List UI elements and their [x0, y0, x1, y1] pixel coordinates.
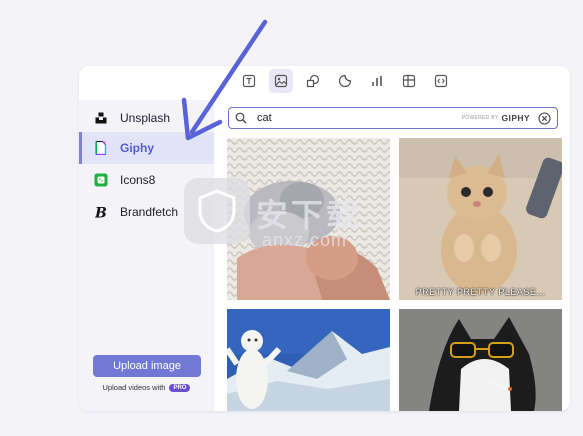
search-input[interactable]: cat	[257, 112, 462, 124]
chart-icon	[371, 76, 382, 86]
search-bar[interactable]: cat POWERED BY GIPHY	[228, 107, 558, 129]
table-icon	[402, 74, 415, 88]
tool-text[interactable]	[237, 69, 261, 93]
image-icon	[274, 74, 287, 88]
gif-thumbnail	[399, 138, 562, 300]
gif-result[interactable]	[227, 309, 390, 411]
gif-result[interactable]	[399, 309, 562, 411]
sidebar-item-label: Giphy	[120, 141, 155, 155]
tool-shapes[interactable]	[301, 69, 325, 93]
giphy-results: cat POWERED BY GIPHY PRETTY PRETTY PLEAS…	[214, 100, 570, 411]
source-sidebar: Unsplash Giphy Icons8 B Brandfetch Uploa…	[79, 100, 214, 411]
tool-sticker[interactable]	[333, 69, 357, 93]
giphy-wordmark: GIPHY	[501, 113, 530, 123]
sidebar-item-giphy[interactable]: Giphy	[79, 132, 214, 164]
sidebar-item-label: Unsplash	[120, 111, 171, 125]
pro-badge[interactable]: PRO	[169, 383, 191, 392]
tool-chart[interactable]	[365, 69, 389, 93]
gif-thumbnail	[399, 309, 562, 411]
watermark-shield-icon	[184, 178, 250, 244]
giphy-icon	[94, 141, 108, 155]
tool-image[interactable]	[268, 69, 293, 93]
gif-thumbnail	[227, 309, 390, 411]
sidebar-item-unsplash[interactable]: Unsplash	[79, 102, 214, 134]
tool-embed[interactable]	[429, 69, 453, 93]
brandfetch-icon: B	[94, 205, 108, 220]
embed-icon	[434, 74, 447, 88]
toolbar	[79, 66, 570, 96]
sidebar-item-label: Icons8	[120, 173, 156, 187]
upload-videos-note: Upload videos with PRO	[79, 383, 214, 392]
gif-caption: PRETTY PRETTY PLEASE...	[415, 287, 546, 297]
unsplash-icon	[94, 111, 108, 125]
gif-result[interactable]: PRETTY PRETTY PLEASE...	[399, 138, 562, 300]
search-icon	[235, 112, 247, 124]
text-icon	[242, 74, 255, 88]
icons8-icon	[94, 173, 108, 187]
clear-search-icon[interactable]	[538, 111, 551, 125]
watermark-subtext: anxz.com	[262, 230, 348, 250]
sticker-icon	[338, 74, 351, 88]
shapes-icon	[306, 74, 319, 88]
sidebar-item-label: Brandfetch	[120, 205, 179, 219]
svg-text:B: B	[95, 206, 107, 220]
upload-note-text: Upload videos with	[102, 383, 166, 392]
powered-by-label: POWERED BY	[461, 115, 499, 121]
tool-table[interactable]	[397, 69, 421, 93]
upload-image-button[interactable]: Upload image	[93, 355, 201, 377]
